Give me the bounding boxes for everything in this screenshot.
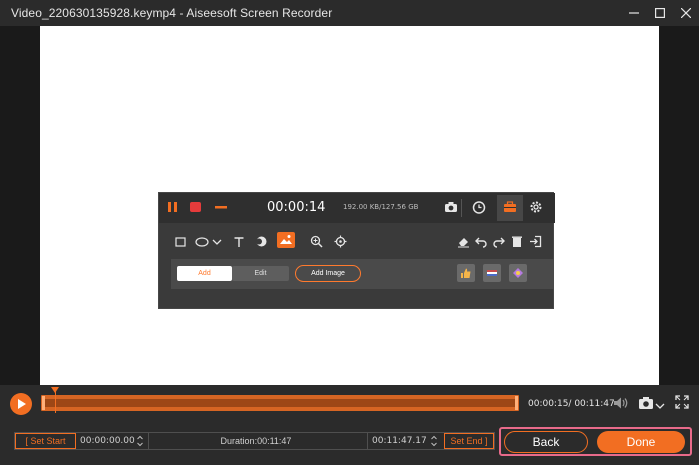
camera-icon[interactable] bbox=[444, 200, 458, 219]
trim-bar: [ Set Start 00:00:00.00 Duration:00:11:4… bbox=[14, 432, 495, 450]
window-controls bbox=[621, 0, 699, 26]
toolbox-icon[interactable] bbox=[503, 200, 517, 219]
clock-icon[interactable] bbox=[472, 200, 486, 219]
maximize-button[interactable] bbox=[647, 0, 673, 26]
redo-icon[interactable] bbox=[492, 235, 505, 253]
gear-icon[interactable] bbox=[529, 200, 543, 219]
zoom-icon[interactable] bbox=[310, 235, 323, 253]
set-start-button[interactable]: [ Set Start bbox=[15, 433, 76, 449]
fullscreen-icon[interactable] bbox=[675, 395, 689, 414]
flag-icon[interactable] bbox=[483, 264, 501, 282]
exit-icon[interactable] bbox=[529, 235, 542, 253]
chevron-down-icon[interactable] bbox=[655, 398, 665, 416]
set-end-button[interactable]: Set End ] bbox=[444, 433, 494, 449]
badge-icon[interactable] bbox=[509, 264, 527, 282]
highlight-icon[interactable] bbox=[255, 235, 268, 253]
window-title: Video_220630135928.keymp4 - Aiseesoft Sc… bbox=[11, 6, 333, 20]
undo-icon[interactable] bbox=[475, 235, 488, 253]
divider bbox=[367, 433, 368, 449]
ellipse-icon[interactable] bbox=[195, 235, 209, 253]
play-button[interactable] bbox=[10, 393, 32, 415]
recorder-top-bar: 00:00:14 192.00 KB/127.56 GB bbox=[159, 193, 555, 223]
minimize-button[interactable] bbox=[621, 0, 647, 26]
tab-add[interactable]: Add bbox=[177, 266, 232, 281]
stop-icon[interactable] bbox=[189, 200, 203, 219]
title-bar: Video_220630135928.keymp4 - Aiseesoft Sc… bbox=[0, 0, 699, 26]
back-button[interactable]: Back bbox=[504, 431, 588, 453]
video-preview-area: 00:00:14 192.00 KB/127.56 GB Add Edit Ad… bbox=[0, 26, 699, 385]
trash-icon[interactable] bbox=[511, 235, 523, 253]
trim-start-handle[interactable] bbox=[42, 396, 45, 410]
trim-controls: [ Set Start 00:00:00.00 Duration:00:11:4… bbox=[0, 423, 699, 465]
start-time-field[interactable]: 00:00:00.00 bbox=[80, 433, 135, 449]
timeline-bar: 00:00:15/ 00:11:47 bbox=[0, 385, 699, 423]
tab-edit[interactable]: Edit bbox=[232, 266, 289, 281]
storage-readout: 192.00 KB/127.56 GB bbox=[343, 203, 419, 211]
end-time-field[interactable]: 00:11:47.17 bbox=[372, 433, 427, 449]
playhead-line bbox=[54, 391, 56, 413]
add-image-button[interactable]: Add Image bbox=[295, 265, 361, 282]
eraser-icon[interactable] bbox=[457, 235, 470, 253]
end-time-stepper[interactable] bbox=[430, 434, 438, 448]
timeline-track[interactable] bbox=[41, 395, 519, 411]
trim-end-handle[interactable] bbox=[515, 396, 518, 410]
target-icon[interactable] bbox=[334, 235, 347, 253]
duration-label: Duration:00:11:47 bbox=[220, 436, 292, 446]
rectangle-icon[interactable] bbox=[175, 235, 187, 253]
minimize-icon[interactable] bbox=[214, 200, 228, 219]
recording-timer: 00:00:14 bbox=[267, 200, 326, 215]
close-button[interactable] bbox=[673, 0, 699, 26]
start-time-stepper[interactable] bbox=[136, 434, 144, 448]
playback-time: 00:00:15/ 00:11:47 bbox=[528, 399, 615, 409]
divider bbox=[461, 199, 462, 217]
close-icon bbox=[681, 8, 691, 18]
thumbs-up-icon[interactable] bbox=[457, 264, 475, 282]
text-icon[interactable] bbox=[233, 235, 245, 253]
app-window: Video_220630135928.keymp4 - Aiseesoft Sc… bbox=[0, 0, 699, 465]
timeline-fill bbox=[45, 399, 515, 407]
image-options-bar: Add Edit Add Image bbox=[171, 259, 554, 289]
drawing-toolbar bbox=[159, 231, 555, 253]
image-icon[interactable] bbox=[277, 232, 295, 253]
done-button[interactable]: Done bbox=[597, 431, 685, 453]
minimize-icon bbox=[629, 12, 639, 14]
volume-icon[interactable] bbox=[613, 395, 629, 416]
snapshot-icon[interactable] bbox=[638, 395, 656, 416]
maximize-icon bbox=[655, 8, 665, 18]
pause-icon[interactable] bbox=[167, 200, 179, 219]
video-frame: 00:00:14 192.00 KB/127.56 GB Add Edit Ad… bbox=[40, 26, 659, 385]
chevron-down-icon[interactable] bbox=[211, 235, 223, 253]
recorder-panel: 00:00:14 192.00 KB/127.56 GB Add Edit Ad… bbox=[158, 192, 555, 309]
